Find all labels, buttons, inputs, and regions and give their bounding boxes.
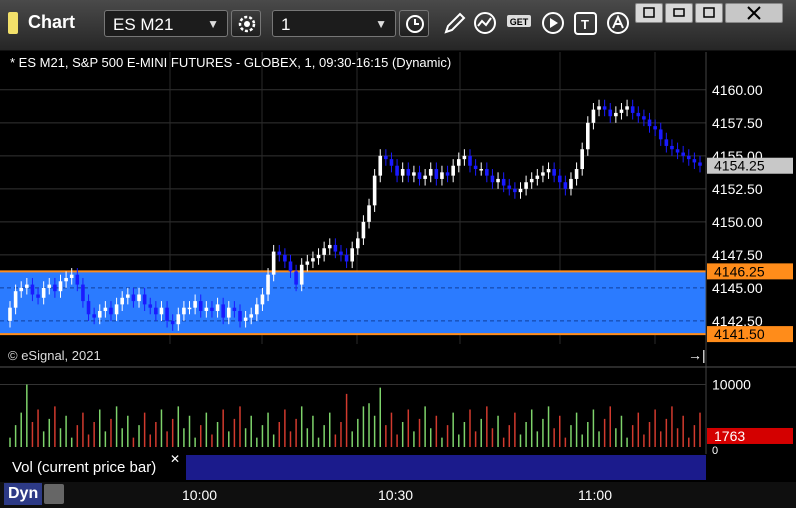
lower-level-label: 4141.50 xyxy=(707,326,793,343)
svg-text:4141.50: 4141.50 xyxy=(714,326,765,342)
time-tick: 10:00 xyxy=(182,487,218,503)
minimize-button[interactable] xyxy=(695,3,723,23)
price-band xyxy=(0,271,706,335)
draw-button[interactable] xyxy=(440,10,468,37)
volume-tick: 10000 xyxy=(712,377,751,393)
symbol-value: ES M21 xyxy=(113,15,174,34)
price-tick: 4145.00 xyxy=(712,280,763,296)
price-chart[interactable]: 1000001763 4160.004157.504155.004152.504… xyxy=(0,52,796,508)
volume-label[interactable]: Vol (current price bar) xyxy=(6,456,184,480)
minimize-icon xyxy=(703,7,715,18)
app-logo-icon xyxy=(8,12,18,34)
price-tick: 4152.50 xyxy=(712,181,763,197)
gear-icon xyxy=(238,15,256,33)
get-icon: GET xyxy=(507,15,531,27)
lock-icon[interactable] xyxy=(44,484,64,504)
svg-text:4146.25: 4146.25 xyxy=(714,263,765,279)
study-icon xyxy=(474,12,496,34)
settings-button[interactable] xyxy=(231,10,261,37)
get-button[interactable]: GET xyxy=(505,10,533,37)
copyright: © eSignal, 2021 xyxy=(8,348,101,363)
svg-text:1763: 1763 xyxy=(714,428,745,444)
alert-button[interactable] xyxy=(604,10,632,37)
tile-icon xyxy=(673,8,685,17)
symbol-select[interactable]: ES M21 ▼ xyxy=(104,10,228,37)
clock-icon xyxy=(406,15,424,33)
study-button[interactable] xyxy=(472,10,500,37)
restore-icon xyxy=(643,7,655,18)
time-tick: 11:00 xyxy=(578,487,612,503)
pencil-icon xyxy=(444,12,466,34)
time-tick: 10:30 xyxy=(378,487,414,503)
interval-value: 1 xyxy=(281,15,291,34)
scroll-to-end-icon[interactable]: →| xyxy=(688,347,706,363)
restore-button[interactable] xyxy=(635,3,663,23)
tile-button[interactable] xyxy=(665,3,693,23)
close-button[interactable] xyxy=(725,3,783,23)
chart-info: * ES M21, S&P 500 E-MINI FUTURES - GLOBE… xyxy=(10,55,452,70)
play-button[interactable] xyxy=(540,10,568,37)
alert-icon xyxy=(607,12,629,34)
last-price-label: 4154.25 xyxy=(707,157,793,174)
close-icon[interactable]: ✕ xyxy=(170,452,180,466)
price-tick: 4147.50 xyxy=(712,247,763,263)
window-title: Chart xyxy=(28,12,76,32)
time-button[interactable] xyxy=(399,10,429,37)
price-tick: 4160.00 xyxy=(712,82,763,98)
text-button[interactable]: T xyxy=(572,10,600,37)
svg-text:4154.25: 4154.25 xyxy=(714,158,765,174)
interval-select[interactable]: 1 ▼ xyxy=(272,10,396,37)
svg-text:GET: GET xyxy=(510,17,529,27)
dyn-button[interactable]: Dyn xyxy=(4,483,43,505)
upper-level-label: 4146.25 xyxy=(707,263,793,280)
play-icon xyxy=(542,12,564,34)
svg-text:T: T xyxy=(581,17,589,32)
chevron-down-icon: ▼ xyxy=(207,17,219,31)
close-icon xyxy=(747,6,761,20)
price-tick: 4157.50 xyxy=(712,115,763,131)
volume-current-label: 1763 xyxy=(707,427,793,444)
price-tick: 4150.00 xyxy=(712,214,763,230)
indicator-panel xyxy=(186,455,706,480)
chevron-down-icon: ▼ xyxy=(375,17,387,31)
text-icon: T xyxy=(574,12,597,35)
